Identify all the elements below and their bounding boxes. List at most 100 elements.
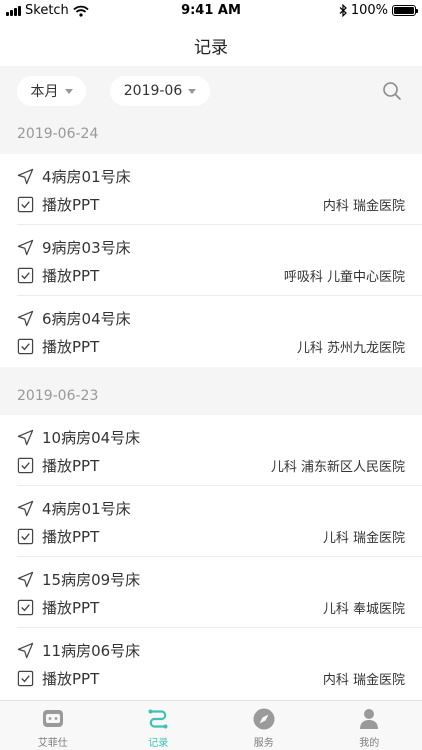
- record-action-line: 播放PPT: [17, 526, 99, 547]
- tab-home[interactable]: 艾菲仕: [0, 701, 106, 750]
- record-hospital-name: 奉城医院: [352, 602, 405, 617]
- record-hospital-name: 瑞金医院: [352, 199, 405, 214]
- record-room-line: 9病房03号床: [17, 237, 131, 258]
- checkbox-checked-icon: [17, 457, 34, 474]
- record-hospital: 儿科 苏州九龙医院: [297, 337, 405, 356]
- tab-label: 艾菲仕: [37, 738, 68, 749]
- navigation-arrow-icon: [17, 310, 34, 327]
- tab-bar: 艾菲仕 记录 服务 我的: [0, 700, 422, 750]
- tab-label: 记录: [148, 738, 169, 749]
- record-room: 15病房09号床: [42, 571, 141, 589]
- record-action-line: 播放PPT: [17, 668, 99, 689]
- period-filter-dropdown[interactable]: 本月: [17, 76, 86, 106]
- record-hospital: 呼吸科 儿童中心医院: [284, 266, 405, 285]
- tab-records[interactable]: 记录: [106, 701, 212, 750]
- list-item[interactable]: 6病房04号床 播放PPT 儿科 苏州九龙医院: [0, 296, 422, 367]
- record-room-line: 15病房09号床: [17, 569, 140, 590]
- navigation-arrow-icon: [17, 642, 34, 659]
- section-header: 2019-06-24: [0, 116, 422, 154]
- section-date: 2019-06-24: [17, 126, 99, 142]
- record-action: 播放PPT: [42, 457, 100, 475]
- checkbox-checked-icon: [17, 267, 34, 284]
- record-action-line: 播放PPT: [17, 336, 99, 357]
- record-action-line: 播放PPT: [17, 265, 99, 286]
- record-hospital-name: 苏州九龙医院: [326, 341, 405, 356]
- record-action: 播放PPT: [42, 599, 100, 617]
- record-department: 儿科: [322, 531, 349, 546]
- record-hospital-name: 浦东新区人民医院: [300, 460, 405, 475]
- route-icon: [148, 709, 168, 729]
- record-hospital: 内科 瑞金医院: [323, 669, 405, 688]
- list-item[interactable]: 4病房01号床 播放PPT 儿科 瑞金医院: [0, 486, 422, 557]
- list-item[interactable]: 10病房04号床 播放PPT 儿科 浦东新区人民医院: [0, 415, 422, 486]
- record-hospital: 内科 瑞金医院: [323, 195, 405, 214]
- record-hospital-name: 儿童中心医院: [326, 270, 405, 285]
- list-item[interactable]: 15病房09号床 播放PPT 儿科 奉城医院: [0, 557, 422, 628]
- record-department: 儿科: [322, 602, 349, 617]
- page-title: 记录: [194, 38, 228, 58]
- record-hospital-name: 瑞金医院: [352, 531, 405, 546]
- record-hospital: 儿科 瑞金医院: [323, 527, 405, 546]
- record-action-line: 播放PPT: [17, 597, 99, 618]
- section-header: 2019-06-23: [0, 367, 422, 415]
- bluetooth-icon: [339, 4, 347, 17]
- record-department: 儿科: [296, 341, 323, 356]
- record-hospital: 儿科 奉城医院: [323, 598, 405, 617]
- record-department: 呼吸科: [283, 270, 323, 285]
- record-action: 播放PPT: [42, 196, 100, 214]
- record-action: 播放PPT: [42, 338, 100, 356]
- navigation-arrow-icon: [17, 429, 34, 446]
- record-room-line: 11病房06号床: [17, 640, 140, 661]
- checkbox-checked-icon: [17, 599, 34, 616]
- battery-icon: [392, 5, 418, 16]
- date-filter-dropdown[interactable]: 2019-06: [110, 76, 210, 106]
- navigation-arrow-icon: [17, 500, 34, 517]
- list-item[interactable]: 4病房01号床 播放PPT 内科 瑞金医院: [0, 154, 422, 225]
- user-icon: [360, 709, 379, 729]
- tab-label: 服务: [253, 738, 274, 749]
- record-department: 儿科: [270, 460, 297, 475]
- record-room: 9病房03号床: [42, 239, 131, 257]
- date-filter-label: 2019-06: [123, 83, 183, 99]
- caret-down-icon: [64, 88, 73, 94]
- tab-services[interactable]: 服务: [211, 701, 317, 750]
- robot-icon: [42, 710, 63, 727]
- navigation-bar: 记录: [0, 22, 422, 66]
- record-room: 10病房04号床: [42, 429, 141, 447]
- navigation-arrow-icon: [17, 571, 34, 588]
- checkbox-checked-icon: [17, 196, 34, 213]
- period-filter-label: 本月: [30, 84, 59, 100]
- filter-bar: 本月 2019-06: [0, 66, 422, 116]
- record-hospital: 儿科 浦东新区人民医院: [271, 456, 405, 475]
- record-room: 4病房01号床: [42, 500, 131, 518]
- record-action-line: 播放PPT: [17, 455, 99, 476]
- record-room-line: 10病房04号床: [17, 427, 140, 448]
- record-room-line: 4病房01号床: [17, 498, 131, 519]
- caret-down-icon: [188, 88, 197, 94]
- record-room: 4病房01号床: [42, 168, 131, 186]
- record-department: 内科: [322, 199, 349, 214]
- record-action: 播放PPT: [42, 528, 100, 546]
- record-room: 11病房06号床: [42, 642, 141, 660]
- record-hospital-name: 瑞金医院: [352, 673, 405, 688]
- record-room-line: 4病房01号床: [17, 166, 131, 187]
- checkbox-checked-icon: [17, 338, 34, 355]
- compass-icon: [253, 708, 275, 730]
- record-action: 播放PPT: [42, 267, 100, 285]
- status-bar: Sketch 9:41 AM 100%: [0, 0, 422, 22]
- tab-label: 我的: [359, 738, 380, 749]
- record-room-line: 6病房04号床: [17, 308, 131, 329]
- section-date: 2019-06-23: [17, 388, 99, 404]
- tab-profile[interactable]: 我的: [317, 701, 422, 750]
- record-department: 内科: [322, 673, 349, 688]
- record-action: 播放PPT: [42, 670, 100, 688]
- battery-percent: 100%: [350, 3, 388, 18]
- search-icon[interactable]: [382, 81, 402, 101]
- checkbox-checked-icon: [17, 670, 34, 687]
- checkbox-checked-icon: [17, 528, 34, 545]
- list-item[interactable]: 11病房06号床 播放PPT 内科 瑞金医院: [0, 628, 422, 699]
- navigation-arrow-icon: [17, 239, 34, 256]
- list-item[interactable]: 9病房03号床 播放PPT 呼吸科 儿童中心医院: [0, 225, 422, 296]
- record-room: 6病房04号床: [42, 310, 131, 328]
- record-action-line: 播放PPT: [17, 194, 99, 215]
